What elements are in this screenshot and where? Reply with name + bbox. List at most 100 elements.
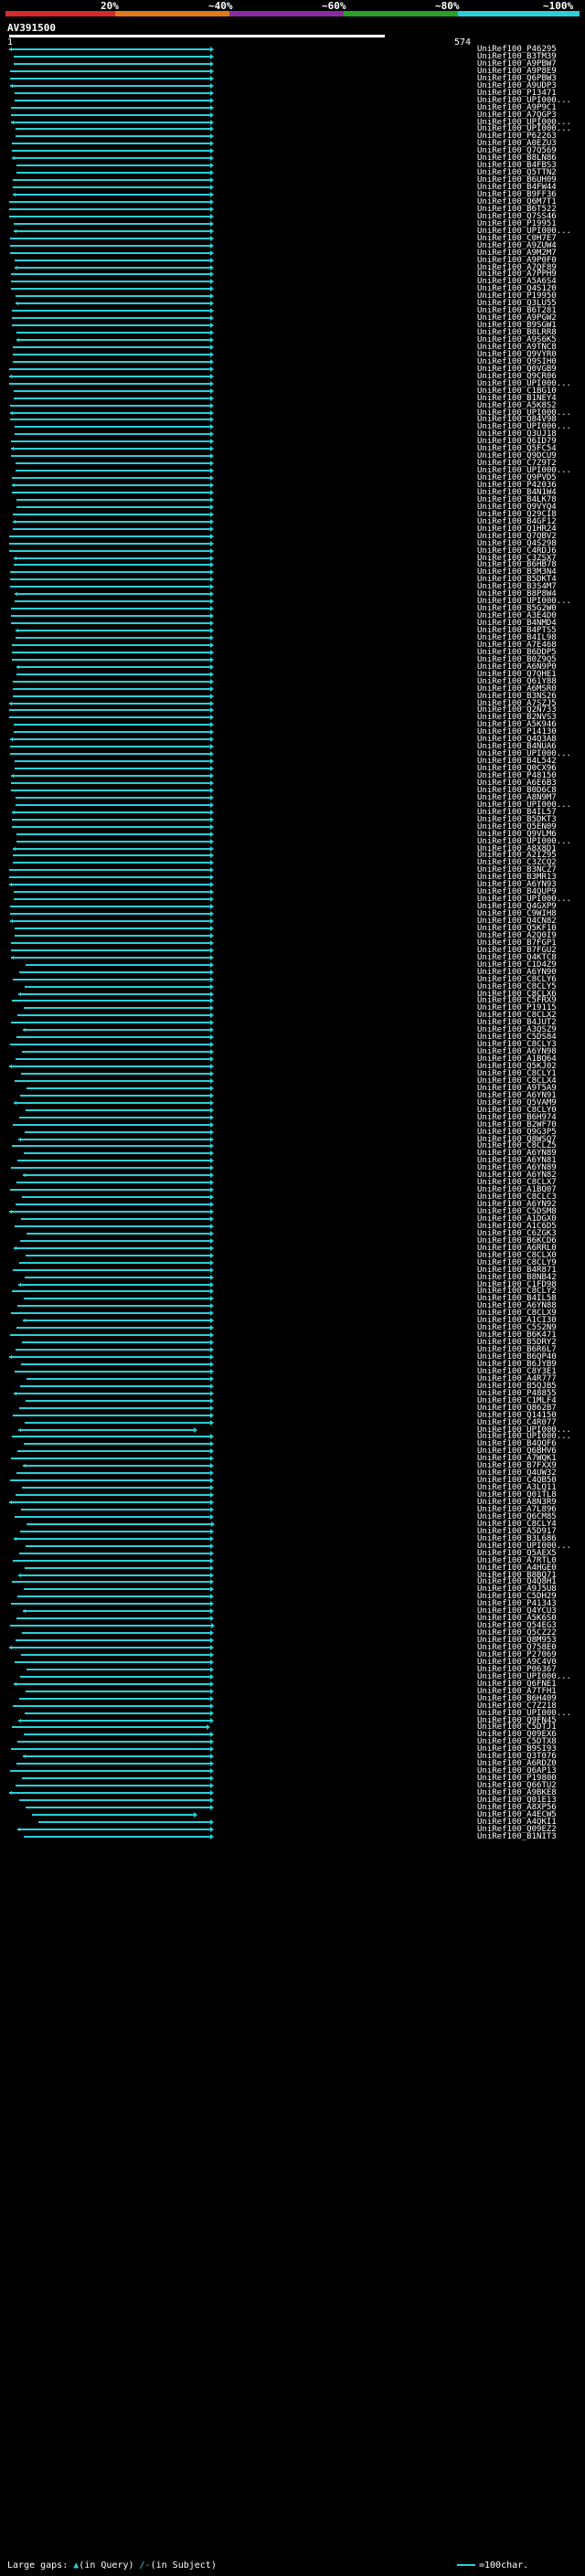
hit-bar [27,1232,210,1235]
hit-bar [12,324,210,327]
hit-bar [12,317,210,320]
gap-tick-icon [13,447,14,451]
hit-bar [10,244,210,247]
hit-bar [18,1283,210,1286]
hit-label[interactable]: UniRef100_B1NIT3 [477,1832,557,1841]
scale-swatch [457,2564,475,2566]
hit-bar [12,1290,210,1293]
hit-bar [9,48,210,50]
hit-bar [24,1152,210,1155]
gap-tick-icon [13,120,14,124]
hit-bar [16,832,210,835]
gap-tick-icon [18,664,19,669]
hit-bar [9,542,210,545]
hit-bar [13,1704,210,1707]
hit-bar [10,578,210,581]
gap-tick-icon [16,265,17,270]
hit-bar [12,818,210,821]
hit-bar [16,498,210,501]
hit-bar [9,215,210,217]
hit-bar [17,1595,210,1598]
gap-tick-icon [25,1609,26,1614]
hit-bar [10,1479,210,1482]
hit-bar [12,811,210,813]
hit-bar [9,702,210,705]
gap-tick-icon [11,1646,12,1649]
gap-tick-icon [25,1028,26,1033]
hit-bar [13,360,210,363]
hit-bar [15,259,210,261]
hit-bar [17,1741,210,1744]
hit-bar [15,1079,210,1082]
hit-bar [27,1087,210,1089]
hit-bar [10,920,210,922]
hit-bar [13,520,210,523]
hit-bar [22,1051,210,1054]
hit-bar [11,956,210,959]
hit-bar [16,1472,210,1475]
gap-tick-icon [20,1427,21,1432]
hit-bar [23,1465,210,1468]
hit-bar [27,1377,210,1380]
gap-tick-icon [14,483,15,487]
hit-bar [22,1196,210,1199]
hit-bar [14,731,210,734]
hit-bar [18,1138,210,1140]
hit-bar [16,803,210,806]
gap-tick-icon [18,338,19,342]
hit-bar [16,128,210,131]
hit-bar [15,433,210,436]
hit-bar [17,1160,210,1162]
hit-row[interactable]: UniRef100_B1NIT3 [0,1832,585,1841]
hit-bar [16,796,210,799]
hit-bar [13,687,210,690]
hit-bar [13,862,210,864]
hit-bar [11,1312,210,1315]
gap-tick-icon [11,48,12,51]
hit-bar [11,448,210,451]
hit-bar [16,665,210,668]
hit-bar [13,194,210,196]
hit-bar [19,1552,210,1554]
hit-bar [16,505,210,508]
hit-bar [15,1515,210,1518]
hit-bar [11,622,210,625]
gap-tick-icon [17,629,18,632]
hit-bar [9,1647,210,1648]
hit-bar [23,1755,210,1758]
hit-bar [25,985,210,988]
hit-bar [27,1522,211,1525]
hit-bar [11,615,210,618]
hit-bar [13,680,210,683]
hit-bar [12,491,210,493]
hit-bar [14,891,210,894]
hit-bar [22,1777,210,1780]
gap-subject-text: (in Subject) [150,2560,217,2571]
hit-bar [16,630,210,631]
hit-bar [11,941,210,944]
hit-bar [14,397,210,399]
hit-bar [16,1494,210,1497]
hit-bar [24,1007,210,1010]
hit-bar [13,179,210,182]
hit-bar [15,426,210,429]
hit-bar [19,1261,210,1264]
hit-bar [12,310,210,313]
hit-bar [26,1399,210,1402]
hit-bar [16,1058,210,1061]
hit-bar [11,106,210,109]
gap-tick-icon [14,156,15,161]
hit-bar [12,1436,210,1438]
hit-bar [24,1298,210,1300]
hit-bar [25,1421,210,1424]
hit-bar [16,302,210,305]
hit-bar [16,295,210,298]
hit-bar [18,992,210,995]
hit-bar [9,367,210,370]
hit-bar [18,1428,194,1431]
hit-bar [16,1785,210,1787]
hit-bar [19,1697,210,1700]
gap-tick-icon [25,1173,26,1178]
hit-bar [14,1537,210,1540]
hit-bar [16,1182,210,1184]
